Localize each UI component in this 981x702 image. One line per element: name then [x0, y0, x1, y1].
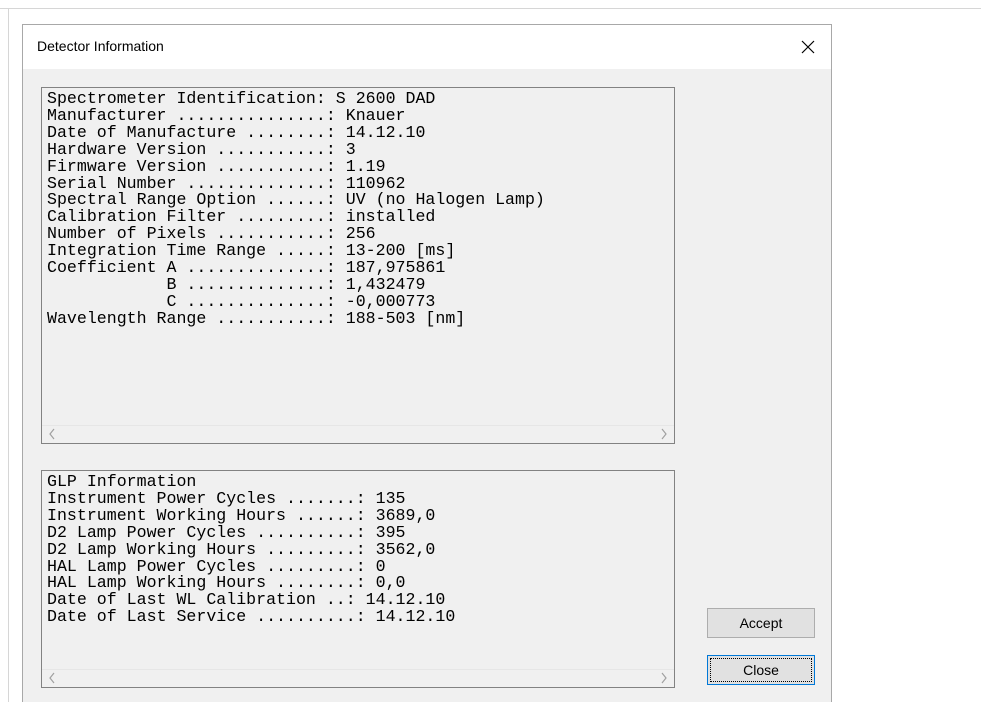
scroll-left-icon[interactable]	[48, 428, 56, 440]
detector-info-text: Spectrometer Identification: S 2600 DAD …	[42, 90, 545, 328]
focus-rectangle	[710, 658, 812, 682]
glp-info-textbox[interactable]: GLP Information Instrument Power Cycles …	[41, 470, 675, 688]
glp-info-text: GLP Information Instrument Power Cycles …	[42, 473, 456, 627]
scroll-right-icon[interactable]	[660, 672, 668, 684]
scroll-left-icon[interactable]	[48, 672, 56, 684]
background-divider-left	[8, 8, 9, 702]
close-icon[interactable]	[785, 25, 831, 69]
detector-info-horizontal-scrollbar[interactable]	[42, 425, 674, 443]
dialog-title: Detector Information	[37, 38, 164, 54]
detector-info-textbox[interactable]: Spectrometer Identification: S 2600 DAD …	[41, 87, 675, 444]
glp-info-line: Date of Last Service ..........: 14.12.1…	[47, 607, 456, 627]
glp-info-horizontal-scrollbar[interactable]	[42, 669, 674, 687]
detector-information-dialog: Detector Information Spectrometer Identi…	[22, 24, 832, 702]
close-button[interactable]: Close	[707, 655, 815, 685]
background-divider-top	[0, 8, 981, 9]
scroll-right-icon[interactable]	[660, 428, 668, 440]
accept-button-label: Accept	[739, 615, 783, 631]
detector-info-line: Wavelength Range ...........: 188-503 [n…	[47, 308, 466, 328]
title-bar: Detector Information	[23, 25, 831, 69]
accept-button[interactable]: Accept	[707, 608, 815, 638]
